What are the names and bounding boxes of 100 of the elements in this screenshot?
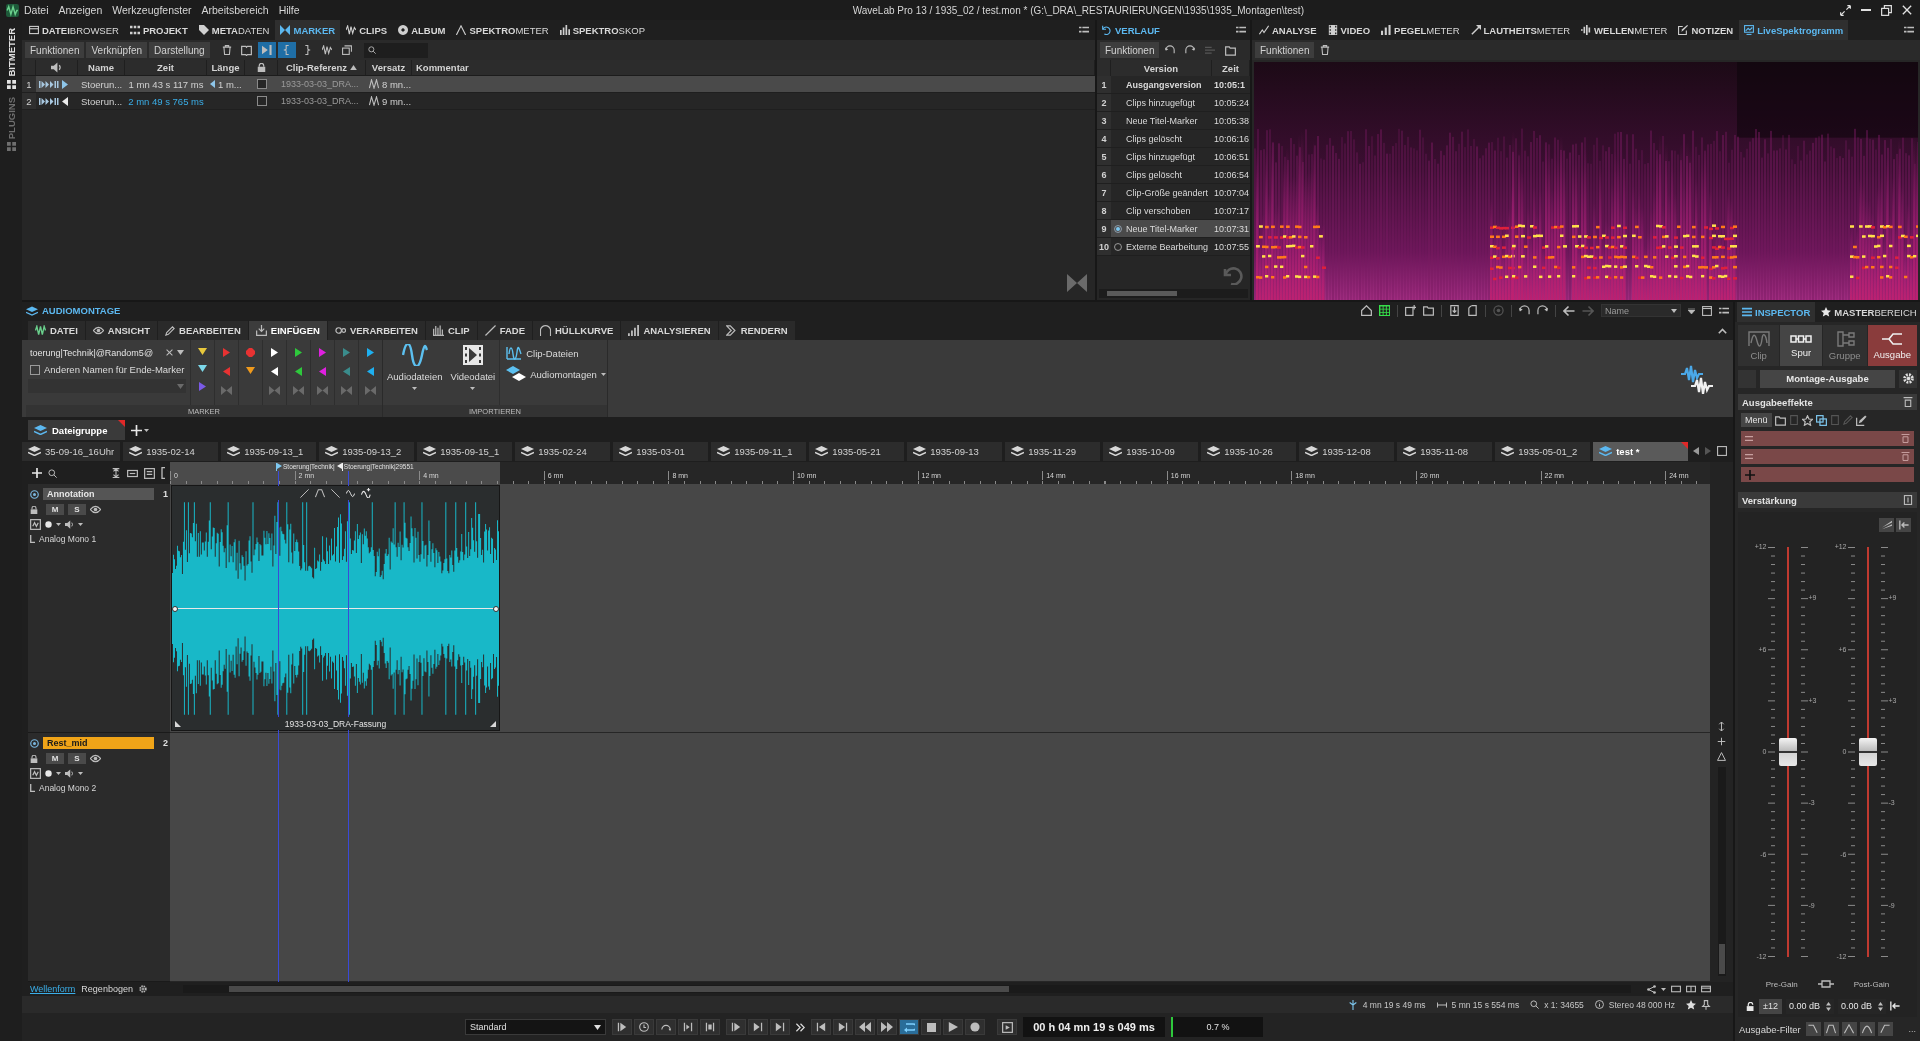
menu-item[interactable]: Hilfe bbox=[273, 4, 305, 16]
panel-tab[interactable]: MASTERBEREICH bbox=[1816, 302, 1920, 322]
panel-tab[interactable]: ANALYSE bbox=[1254, 20, 1322, 40]
stop-range-button[interactable] bbox=[700, 1019, 720, 1035]
pin-icon[interactable] bbox=[1701, 999, 1711, 1010]
scope-button[interactable]: Spur bbox=[1780, 325, 1822, 366]
panel-tab[interactable]: INSPECTOR bbox=[1737, 302, 1816, 322]
toolbar-button[interactable]: Funktionen bbox=[25, 42, 85, 58]
window-icon[interactable] bbox=[1671, 984, 1681, 994]
lock-open-icon[interactable] bbox=[1746, 1001, 1755, 1011]
column-header[interactable]: Versatz bbox=[366, 60, 412, 75]
arrow-left-icon[interactable] bbox=[1563, 304, 1575, 317]
fit-height-icon[interactable] bbox=[1717, 722, 1726, 731]
star-icon[interactable] bbox=[1686, 999, 1696, 1010]
montage-tab[interactable]: 1935-02-24 bbox=[515, 441, 611, 461]
speaker-icon[interactable] bbox=[65, 769, 74, 778]
range-button[interactable]: ±12 bbox=[1759, 998, 1782, 1014]
play-range-button[interactable] bbox=[678, 1019, 698, 1035]
lock-checkbox[interactable] bbox=[256, 96, 267, 106]
column-header[interactable]: Clip-Referenz bbox=[278, 60, 366, 75]
rewind-button[interactable] bbox=[855, 1019, 875, 1035]
play-button[interactable] bbox=[943, 1019, 963, 1035]
more-options[interactable]: ... bbox=[1908, 1024, 1916, 1034]
file-group-tab[interactable]: Dateigruppe bbox=[28, 420, 126, 440]
ribbon-tab[interactable]: ANALYSIEREN bbox=[621, 321, 718, 340]
warning-icon[interactable] bbox=[1717, 752, 1726, 761]
fader-thumb[interactable] bbox=[1858, 738, 1877, 766]
record-button[interactable] bbox=[965, 1019, 985, 1035]
track-header[interactable]: Annotation 1 M S Analog Mono 1 bbox=[28, 484, 170, 733]
panel-menu-icon[interactable] bbox=[1719, 305, 1729, 316]
checkbox[interactable] bbox=[30, 364, 40, 375]
bracket-icon[interactable] bbox=[161, 467, 166, 479]
window-icon[interactable] bbox=[1717, 446, 1728, 456]
record-icon[interactable] bbox=[45, 521, 52, 528]
solo-button[interactable]: S bbox=[68, 753, 86, 764]
home-icon[interactable] bbox=[1361, 305, 1372, 316]
scrollbar[interactable] bbox=[1717, 767, 1726, 976]
menu-item[interactable]: Werkzeugfenster bbox=[107, 4, 197, 16]
window-icon[interactable] bbox=[1701, 984, 1711, 994]
history-row[interactable]: 1 Ausgangsversion 10:05:1 bbox=[1097, 76, 1250, 94]
track-header[interactable]: Rest_mid 2 M S Analog Mono 2 bbox=[28, 733, 170, 982]
gear-icon[interactable] bbox=[138, 985, 147, 993]
filter-button[interactable] bbox=[1823, 1022, 1839, 1036]
copy-icon[interactable] bbox=[1815, 414, 1827, 426]
panel-tab[interactable]: MARKER bbox=[275, 20, 341, 40]
fader-thumb[interactable] bbox=[1778, 738, 1797, 766]
side-tab[interactable]: BITMETER bbox=[5, 28, 17, 89]
redo-icon[interactable] bbox=[1537, 305, 1548, 316]
history-row[interactable]: 7 Clip-Größe geändert 10:07:04 bbox=[1097, 184, 1250, 202]
ribbon-tab[interactable]: ANSICHT bbox=[85, 321, 158, 340]
toolbar-button[interactable]: Funktionen bbox=[1255, 42, 1315, 58]
ribbon-tab[interactable]: HÜLLKURVE bbox=[532, 321, 621, 340]
fit-vertical-icon[interactable] bbox=[111, 468, 121, 478]
audio-montages-button[interactable]: Audiomontagen bbox=[506, 366, 606, 382]
montage-tab[interactable]: 1935-12-08 bbox=[1299, 441, 1395, 461]
clip-files-button[interactable]: Clip-Dateien bbox=[506, 346, 606, 360]
window-icon[interactable] bbox=[144, 467, 155, 479]
montage-tab[interactable]: 35-09-16_16Uhr bbox=[22, 441, 121, 461]
name-dropdown[interactable]: Name bbox=[1601, 304, 1681, 317]
ribbon-tab[interactable]: CLIP bbox=[426, 321, 477, 340]
filter-button[interactable] bbox=[1841, 1022, 1857, 1036]
folder-icon[interactable] bbox=[1423, 305, 1434, 316]
eye-icon[interactable] bbox=[90, 504, 101, 515]
panel-tab[interactable]: NOTIZEN bbox=[1673, 20, 1739, 40]
import-icon[interactable] bbox=[1449, 305, 1460, 316]
montage-tab[interactable]: 1935-11-08 bbox=[1397, 441, 1493, 461]
solo-button[interactable]: S bbox=[68, 504, 86, 515]
panel-tab[interactable]: DATEIBROWSER bbox=[24, 20, 124, 40]
fit-width-icon[interactable] bbox=[127, 467, 138, 479]
column-header[interactable]: Länge bbox=[207, 60, 245, 75]
montage-tab[interactable]: test * bbox=[1593, 441, 1689, 461]
grid-icon[interactable] bbox=[1379, 305, 1390, 316]
panel-menu-icon[interactable] bbox=[1236, 25, 1246, 35]
audio-clip[interactable]: 1933-03-03_DRA-Fassung bbox=[171, 485, 500, 731]
dropdown-field[interactable] bbox=[28, 379, 186, 393]
table-row[interactable]: 2 Stoerun... 2 mn 49 s 765 ms 1933-03-03_DRA... 9 mn... bbox=[22, 93, 1095, 110]
panel-tab[interactable]: LAUTHEITSMETER bbox=[1465, 20, 1576, 40]
panel-tab[interactable]: CLIPS bbox=[341, 20, 393, 40]
play-mode-button[interactable] bbox=[612, 1019, 632, 1035]
montage-tab[interactable]: 1935-10-26 bbox=[1201, 441, 1297, 461]
audio-files-button[interactable]: Audiodateien bbox=[383, 340, 447, 405]
loop-button[interactable] bbox=[899, 1019, 919, 1035]
view-tab[interactable]: Regenbogen bbox=[81, 984, 133, 994]
panel-tab[interactable]: LiveSpektrogramm bbox=[1739, 20, 1849, 40]
collapse-icon[interactable] bbox=[1903, 397, 1913, 407]
column-header[interactable]: Zeit bbox=[125, 60, 207, 75]
window-icon[interactable] bbox=[1702, 305, 1712, 316]
ribbon-tab[interactable]: FADE bbox=[477, 321, 532, 340]
stop-button[interactable] bbox=[921, 1019, 941, 1035]
monitor-button[interactable] bbox=[997, 1019, 1017, 1035]
history-row[interactable]: 3 Neue Titel-Marker 10:05:38 bbox=[1097, 112, 1250, 130]
zoom-in-icon[interactable] bbox=[1717, 737, 1726, 746]
search-icon[interactable] bbox=[48, 468, 57, 478]
montage-tab[interactable]: 1935-09-11_1 bbox=[711, 441, 807, 461]
record-icon[interactable] bbox=[45, 770, 52, 777]
view-tab[interactable]: Wellenform bbox=[30, 984, 76, 994]
ribbon-tab[interactable]: DATEI bbox=[28, 321, 85, 340]
panel-tab[interactable]: WELLENMETER bbox=[1576, 20, 1673, 40]
caret-up-icon[interactable] bbox=[1718, 327, 1727, 334]
filter-button[interactable] bbox=[1859, 1022, 1875, 1036]
